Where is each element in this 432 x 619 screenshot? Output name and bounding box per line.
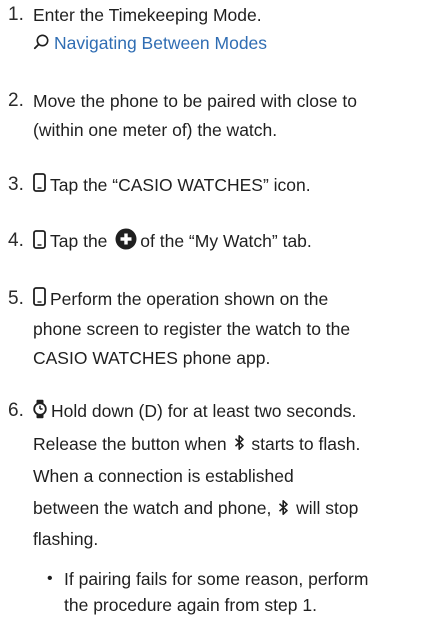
phone-icon bbox=[33, 229, 46, 256]
step-number: 1. bbox=[8, 4, 24, 25]
step-text: phone screen to register the watch to th… bbox=[33, 319, 351, 340]
step-text: Release the button when bbox=[33, 433, 227, 454]
step-body: Perform the operation shown on the phone… bbox=[33, 286, 426, 371]
step-number: 6. bbox=[8, 400, 24, 421]
bullet-text: If pairing fails for some reason, perfor… bbox=[64, 569, 369, 589]
watch-icon bbox=[33, 399, 47, 426]
step-number: 5. bbox=[8, 288, 24, 309]
phone-icon bbox=[33, 287, 46, 313]
step-text: Hold down (D) for at least two seconds. bbox=[51, 401, 357, 421]
step-text: (within one meter of) the watch. bbox=[33, 120, 278, 140]
step-text: Enter the Timekeeping Mode. bbox=[33, 5, 262, 25]
bluetooth-icon bbox=[234, 432, 245, 458]
step-text: will stop bbox=[296, 498, 359, 519]
step-body: Tap the of the “My Watch” tab. bbox=[33, 228, 426, 257]
bullet-dot: • bbox=[47, 570, 53, 587]
search-icon bbox=[33, 31, 50, 57]
step-text: between the watch and phone, bbox=[33, 498, 272, 519]
bullet-body: If pairing fails for some reason, perfor… bbox=[64, 566, 428, 618]
step-text: When a connection is established bbox=[33, 466, 294, 487]
step-text: Perform the operation shown on the bbox=[50, 289, 329, 309]
step-text: Move the phone to be paired with close t… bbox=[33, 91, 357, 111]
step-text: CASIO WATCHES phone app. bbox=[33, 348, 271, 369]
bullet-text: the procedure again from step 1. bbox=[64, 595, 317, 615]
step-body: Move the phone to be paired with close t… bbox=[33, 88, 426, 143]
navigating-link[interactable]: Navigating Between Modes bbox=[33, 30, 426, 57]
step-number: 4. bbox=[8, 230, 24, 251]
step-body: Tap the “CASIO WATCHES” icon. bbox=[33, 172, 426, 199]
plus-circle-icon bbox=[115, 228, 137, 257]
step-text: of the “My Watch” tab. bbox=[140, 231, 312, 252]
step-body: Hold down (D) for at least two seconds. … bbox=[33, 398, 426, 552]
step-text: starts to flash. bbox=[251, 433, 361, 454]
step-text: Tap the “CASIO WATCHES” icon. bbox=[50, 175, 311, 195]
phone-icon bbox=[33, 173, 46, 199]
step-body: Enter the Timekeeping Mode. Navigating B… bbox=[33, 2, 426, 57]
link-text[interactable]: Navigating Between Modes bbox=[54, 33, 267, 53]
step-text: Tap the bbox=[50, 231, 108, 252]
step-number: 3. bbox=[8, 174, 24, 195]
bluetooth-icon bbox=[278, 497, 289, 523]
step-text: flashing. bbox=[33, 528, 99, 549]
step-number: 2. bbox=[8, 90, 24, 111]
